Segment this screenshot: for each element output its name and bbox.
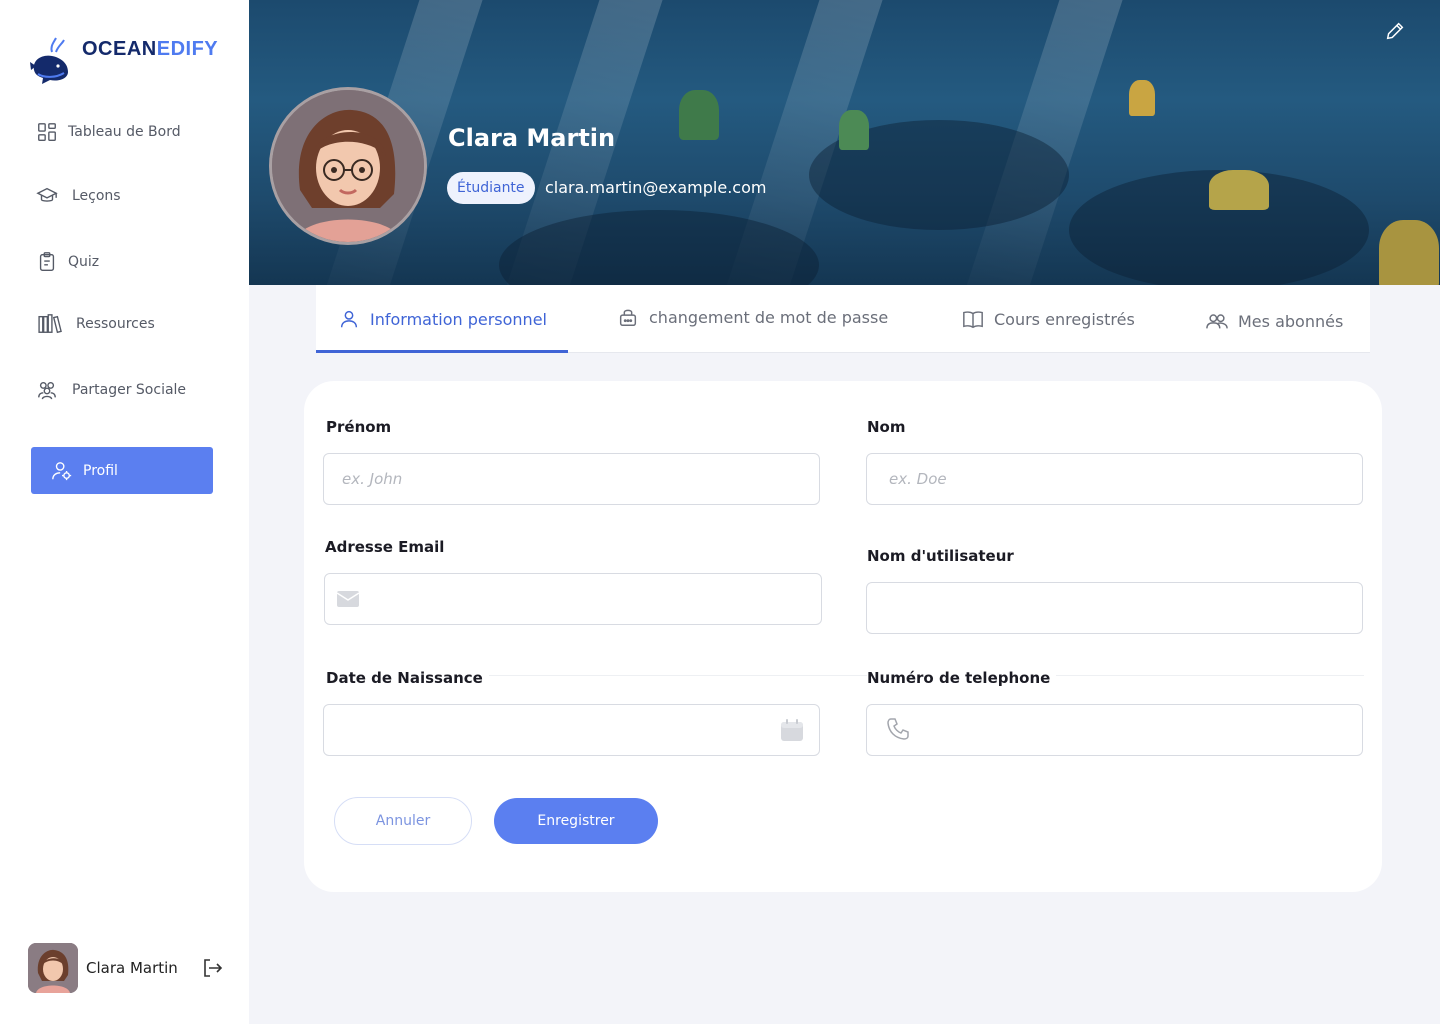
avatar-portrait-icon	[272, 90, 424, 242]
app-logo[interactable]: OCEANEDIFY	[28, 32, 218, 84]
phone-field[interactable]	[866, 704, 1363, 756]
user-icon	[340, 310, 358, 328]
logo-wordmark: OCEANEDIFY	[82, 38, 218, 61]
logo-edify: EDIFY	[156, 38, 219, 60]
username-input[interactable]	[866, 582, 1363, 634]
active-tab-indicator	[316, 350, 568, 353]
avatar-portrait-icon	[28, 943, 78, 993]
user-gear-icon	[52, 461, 72, 480]
sidebar-item-label: Ressources	[76, 316, 155, 332]
profile-banner	[249, 0, 1440, 285]
edit-icon[interactable]	[1384, 20, 1406, 42]
username-label: Nom d'utilisateur	[867, 547, 1014, 565]
coral	[839, 110, 869, 150]
dashboard-grid-icon	[38, 123, 56, 141]
tab-label: Cours enregistrés	[994, 309, 1135, 329]
sidebar-item-label: Quiz	[68, 254, 100, 270]
coral	[679, 90, 719, 140]
coral	[1129, 80, 1155, 116]
sidebar-item-lecons[interactable]: Leçons	[36, 185, 121, 207]
current-user: Clara Martin	[28, 943, 228, 993]
cancel-button[interactable]: Annuler	[334, 797, 472, 845]
lock-icon	[619, 309, 637, 326]
people-group-icon	[38, 381, 56, 400]
sidebar-item-label: Profil	[83, 462, 118, 479]
profile-tabs: Information personnel changement de mot …	[316, 285, 1370, 353]
tab-changement-mot-de-passe[interactable]: changement de mot de passe	[617, 283, 888, 351]
tab-cours-enregistres[interactable]: Cours enregistrés	[962, 285, 1135, 353]
profile-avatar[interactable]	[269, 87, 427, 245]
sidebar-item-quiz[interactable]: Quiz	[36, 251, 99, 273]
sidebar-item-dashboard[interactable]: Tableau de Bord	[36, 121, 181, 143]
email-label: Adresse Email	[325, 538, 445, 556]
books-icon	[38, 314, 62, 334]
coral	[1379, 220, 1439, 285]
users-icon	[1206, 314, 1228, 329]
coral	[1209, 170, 1269, 210]
clipboard-icon	[39, 252, 55, 271]
sidebar-item-label: Tableau de Bord	[68, 124, 181, 140]
sidebar-item-ressources[interactable]: Ressources	[36, 313, 155, 335]
sidebar-item-label: Leçons	[72, 188, 121, 204]
profile-name: Clara Martin	[448, 124, 616, 152]
phone-label: Numéro de telephone	[867, 669, 1057, 687]
avatar[interactable]	[28, 943, 78, 993]
save-button[interactable]: Enregistrer	[494, 798, 658, 844]
email-field[interactable]	[324, 573, 822, 625]
lastname-input[interactable]	[866, 453, 1363, 505]
tab-label: Mes abonnés	[1238, 311, 1344, 331]
sidebar-item-partager-sociale[interactable]: Partager Sociale	[36, 379, 186, 401]
firstname-label: Prénom	[326, 418, 392, 436]
role-badge: Étudiante	[447, 172, 535, 204]
sidebar: OCEANEDIFY Tableau de Bord Leçons Quiz R…	[0, 0, 249, 1024]
tab-label: Information personnel	[370, 309, 547, 329]
calendar-icon[interactable]	[780, 718, 804, 742]
envelope-icon	[336, 591, 360, 607]
logout-icon[interactable]	[200, 956, 224, 980]
current-user-name: Clara Martin	[86, 959, 178, 977]
sidebar-item-profil[interactable]: Profil	[31, 447, 213, 494]
firstname-input[interactable]	[323, 453, 820, 505]
graduation-cap-icon	[36, 187, 58, 202]
birthdate-label: Date de Naissance	[326, 669, 489, 687]
whale-logo-icon	[30, 37, 68, 84]
birthdate-input[interactable]	[323, 704, 820, 756]
sidebar-item-label: Partager Sociale	[72, 382, 187, 398]
phone-icon	[887, 718, 909, 740]
logo-ocean: OCEAN	[82, 38, 157, 60]
profile-email: clara.martin@example.com	[545, 178, 767, 197]
tab-information-personnel[interactable]: Information personnel	[338, 285, 547, 353]
open-book-icon	[963, 311, 983, 329]
lastname-label: Nom	[867, 418, 906, 436]
tab-mes-abonnes[interactable]: Mes abonnés	[1206, 287, 1343, 355]
tab-label: changement de mot de passe	[649, 307, 889, 327]
